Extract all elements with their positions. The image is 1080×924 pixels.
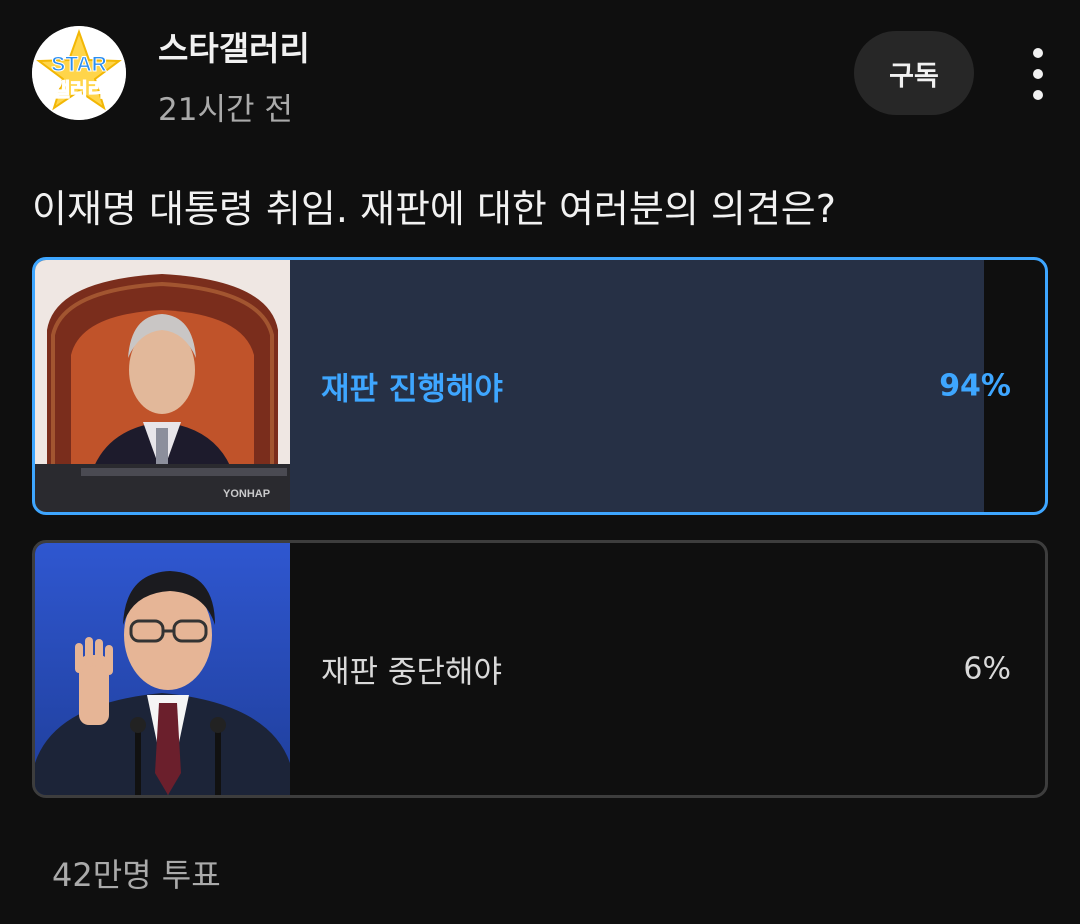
poll-option-image bbox=[35, 543, 290, 795]
vote-count: 42만명 투표 bbox=[52, 856, 221, 894]
poll-option-continue-trial[interactable]: YONHAP 재판 진행해야 94% bbox=[32, 257, 1048, 515]
channel-avatar[interactable]: STAR 갤러리 bbox=[32, 26, 126, 120]
poll-option-stop-trial[interactable]: 재판 중단해야 6% bbox=[32, 540, 1048, 798]
poll-option-percent: 94% bbox=[939, 368, 1011, 404]
image-watermark: YONHAP bbox=[223, 488, 271, 500]
poll-option-label: 재판 중단해야 bbox=[321, 654, 502, 691]
post-time: 21시간 전 bbox=[158, 92, 293, 128]
poll-option-image: YONHAP bbox=[35, 260, 290, 512]
channel-name[interactable]: 스타갤러리 bbox=[158, 22, 310, 70]
more-dot bbox=[1033, 48, 1043, 58]
poll-question: 이재명 대통령 취임. 재판에 대한 여러분의 의견은? bbox=[32, 187, 836, 231]
subscribe-button[interactable]: 구독 bbox=[854, 31, 974, 115]
avatar-logo-text-top: STAR bbox=[51, 53, 107, 76]
more-vert-icon[interactable] bbox=[1016, 48, 1060, 100]
poll-option-percent: 6% bbox=[963, 651, 1011, 687]
poll-option-label: 재판 진행해야 bbox=[321, 371, 503, 408]
avatar-logo-text-bottom: 갤러리 bbox=[53, 79, 105, 101]
more-dot bbox=[1033, 69, 1043, 79]
post-header: STAR 갤러리 스타갤러리 21시간 전 구독 bbox=[0, 0, 1080, 150]
more-dot bbox=[1033, 90, 1043, 100]
channel-logo: STAR 갤러리 bbox=[32, 26, 126, 120]
